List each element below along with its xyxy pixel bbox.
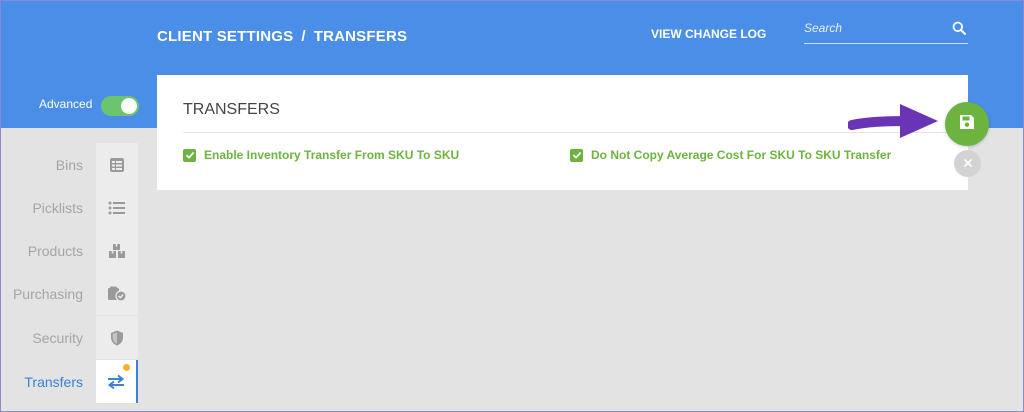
search-box xyxy=(804,18,968,44)
sidebar-item-products[interactable]: Products xyxy=(0,229,140,272)
sidebar-item-label: Bins xyxy=(55,157,83,173)
toggle-knob xyxy=(121,98,137,114)
breadcrumb-separator: / xyxy=(301,28,306,45)
sidebar-item-purchasing[interactable]: Purchasing xyxy=(0,272,140,315)
enable-sku-transfer-checkbox[interactable]: Enable Inventory Transfer From SKU To SK… xyxy=(183,148,459,162)
close-icon xyxy=(963,155,973,173)
sidebar-item-label: Security xyxy=(32,330,83,346)
sidebar-item-label: Picklists xyxy=(32,200,83,216)
sidebar-item-label: Transfers xyxy=(24,374,83,390)
sidebar-item-bins[interactable]: Bins xyxy=(0,143,140,186)
checkbox-checked-icon[interactable] xyxy=(183,148,196,162)
sidebar-item-label: Products xyxy=(27,243,83,259)
panel-title: TRANSFERS xyxy=(183,101,280,118)
no-copy-average-cost-checkbox[interactable]: Do Not Copy Average Cost For SKU To SKU … xyxy=(570,148,891,162)
search-icon[interactable] xyxy=(952,21,966,35)
shield-icon xyxy=(96,316,138,359)
breadcrumb-root[interactable]: CLIENT SETTINGS xyxy=(157,28,293,45)
breadcrumb-current: TRANSFERS xyxy=(313,28,408,45)
advanced-toggle[interactable] xyxy=(101,96,139,116)
sidebar-item-picklists[interactable]: Picklists xyxy=(0,186,140,229)
bins-list-icon xyxy=(96,143,138,186)
breadcrumb: CLIENT SETTINGS / TRANSFERS xyxy=(157,28,407,45)
transfers-settings-panel: TRANSFERS Enable Inventory Transfer From… xyxy=(157,75,968,190)
boxes-icon xyxy=(96,229,138,272)
checkbox-label: Enable Inventory Transfer From SKU To SK… xyxy=(204,148,460,162)
bulleted-list-icon xyxy=(96,186,138,229)
advanced-label: Advanced xyxy=(39,97,93,111)
save-button[interactable] xyxy=(945,102,989,146)
transfer-arrows-icon xyxy=(96,360,138,403)
checkbox-checked-icon[interactable] xyxy=(570,148,583,162)
search-input[interactable] xyxy=(804,18,944,38)
sidebar-item-security[interactable]: Security xyxy=(0,316,140,359)
checkbox-label: Do Not Copy Average Cost For SKU To SKU … xyxy=(591,148,892,162)
sidebar-item-transfers[interactable]: Transfers xyxy=(0,360,140,403)
view-change-log-link[interactable]: VIEW CHANGE LOG xyxy=(651,27,766,41)
purchasing-check-icon xyxy=(96,272,138,315)
close-button[interactable] xyxy=(954,150,981,177)
floppy-disk-icon xyxy=(959,114,975,135)
sidebar-item-label: Purchasing xyxy=(12,286,83,302)
annotation-arrow-icon xyxy=(848,104,938,138)
notification-dot xyxy=(123,364,130,371)
